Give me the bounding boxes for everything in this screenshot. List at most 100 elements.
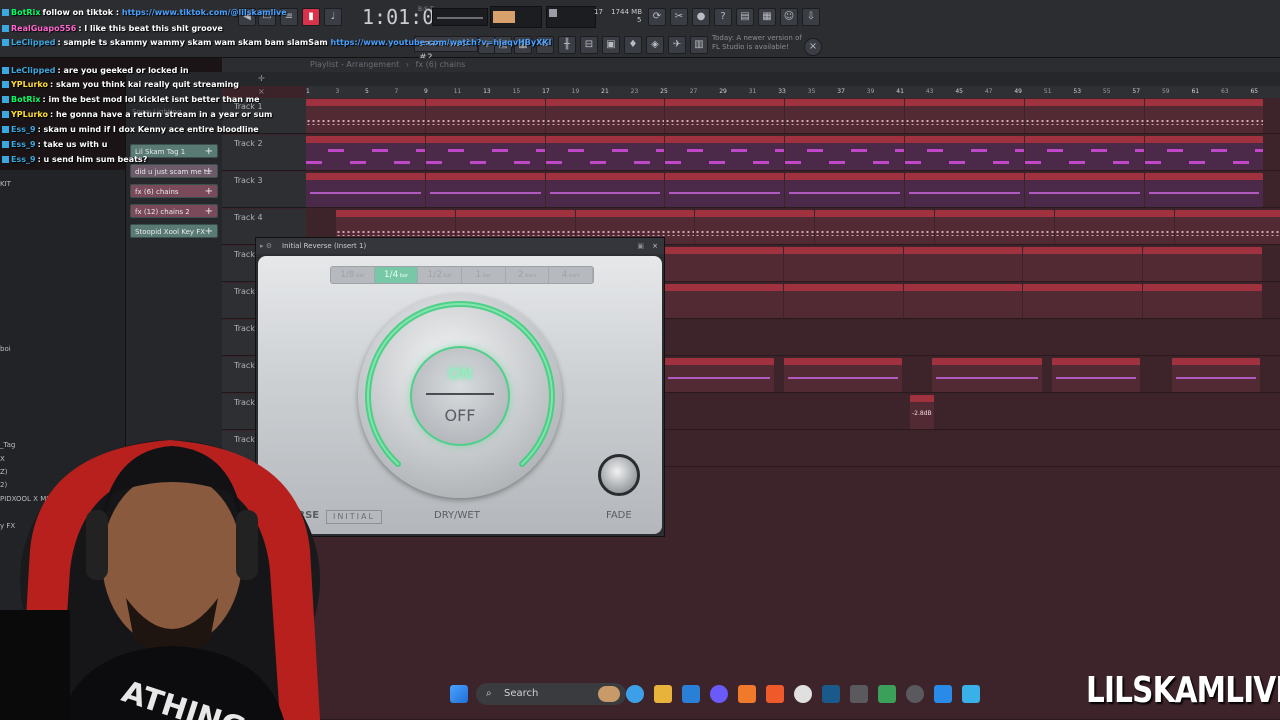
pattern-clip[interactable]: ▣ Analog Lab V xyxy=(1024,136,1144,170)
pattern-clip[interactable]: ▣ snare - gucci xyxy=(1143,284,1262,318)
pattern-clip[interactable]: ▣ Xpand!2 xyxy=(905,173,1024,207)
pattern-clip[interactable]: ▣ Surge XT xyxy=(785,99,904,133)
file-explorer-icon[interactable] xyxy=(654,685,672,703)
detach-icon[interactable]: ▣ xyxy=(637,238,644,254)
rate-option[interactable]: 1 bar xyxy=(462,267,506,283)
rate-option[interactable]: 1/2 bar xyxy=(418,267,463,283)
track-lane-1[interactable]: ▣ Surge XT ▣ Surge XT ▣ Surge XT ▣ Surge XT… xyxy=(306,98,1280,134)
pattern-clip[interactable]: ▣ Xpand!2 #2 xyxy=(1144,173,1264,207)
pattern-clip[interactable]: ▣ snare - gucci #2 xyxy=(1023,284,1143,318)
pattern-clip[interactable]: ▣ Analog Lab V xyxy=(425,136,545,170)
clip-button[interactable]: fx (12) chains 2 + xyxy=(130,204,218,218)
chat-link[interactable]: https://www.youtube.com/watch?v=hjaqvHBy… xyxy=(328,38,552,47)
clip-button[interactable]: fx (6) chains + xyxy=(130,184,218,198)
store-icon[interactable] xyxy=(682,685,700,703)
mixer-view-icon[interactable]: ╫ xyxy=(558,36,576,54)
pattern-clip[interactable]: ▣ Surge XT xyxy=(665,99,785,133)
dry-wet-dial[interactable]: ON OFF xyxy=(358,294,562,498)
pattern-clip[interactable]: ▣ Surge XT xyxy=(306,99,425,133)
download-icon[interactable]: ⇩ xyxy=(802,8,820,26)
chat-username[interactable]: YPLurko xyxy=(11,80,48,89)
pattern-clip[interactable]: ▣ hh (2) stimmy hat xyxy=(1054,210,1174,244)
pattern-clip[interactable]: ▣ clap - no way xyxy=(783,247,903,281)
scripts-icon[interactable]: ✈ xyxy=(668,36,686,54)
templates-icon[interactable]: ▥ xyxy=(690,36,708,54)
pattern-clip[interactable]: ▣ 808 (1) booly fav #2 xyxy=(784,358,902,392)
pattern-clip[interactable]: ▣ Surge XT xyxy=(1024,99,1144,133)
pattern-clip[interactable]: ▣ Surge XT xyxy=(545,99,665,133)
online-icon[interactable]: ⟳ xyxy=(648,8,666,26)
pattern-clip[interactable]: ▣ Xpand!2 xyxy=(545,173,665,207)
mixer-icon[interactable]: ▦ xyxy=(758,8,776,26)
pattern-clip[interactable]: ▣ clap - no way xyxy=(1143,247,1262,281)
app-icon[interactable] xyxy=(850,685,868,703)
pattern-clip[interactable]: ▣ 808 (1) booly fav xyxy=(932,358,1042,392)
chat-username[interactable]: RealGuapo556 xyxy=(11,24,76,33)
chat-username[interactable]: LeClipped xyxy=(11,66,55,75)
pattern-clip[interactable]: ▣ hh (2) stimmy hat xyxy=(1174,210,1280,244)
chat-username[interactable]: YPLurko xyxy=(11,110,48,119)
pattern-clip[interactable]: ▣ Xpand!2 xyxy=(785,173,904,207)
rate-selector[interactable]: 1/8 bar 1/4 bar 1/2 bar 1 bar 2 bars 4 bars xyxy=(330,266,594,284)
copilot-icon[interactable] xyxy=(626,685,644,703)
chat-icon[interactable]: ☺ xyxy=(780,8,798,26)
pattern-clip[interactable]: ▣ hh (2) stimmy hat xyxy=(695,210,815,244)
pattern-clip[interactable]: ▣ Xpand!2 xyxy=(425,173,545,207)
photos-icon[interactable] xyxy=(962,685,980,703)
pattern-clip[interactable]: ▣ Analog Lab V xyxy=(665,136,785,170)
fade-knob[interactable] xyxy=(598,454,640,496)
plus-icon[interactable]: + xyxy=(205,185,213,199)
chat-username[interactable]: Ess_9 xyxy=(11,140,36,149)
pattern-clip[interactable]: ▣ snare - gucci xyxy=(903,284,1023,318)
close-icon[interactable]: × xyxy=(652,238,658,254)
steam-icon[interactable] xyxy=(822,685,840,703)
news-close-icon[interactable]: × xyxy=(804,38,822,56)
app-icon[interactable] xyxy=(878,685,896,703)
master-volume-slider[interactable] xyxy=(432,8,488,26)
pattern-clip[interactable]: ▣ Surge XT xyxy=(425,99,545,133)
pattern-clip[interactable]: ▣ Analog Lab V xyxy=(1144,136,1264,170)
rate-option[interactable]: 2 bars xyxy=(506,267,550,283)
browser-item[interactable]: KIT xyxy=(0,180,11,188)
obs-icon[interactable] xyxy=(794,685,812,703)
pattern-mode-button[interactable]: ▮ xyxy=(302,8,320,26)
browser-item[interactable]: boi xyxy=(0,345,11,353)
chat-username[interactable]: LeClipped xyxy=(11,38,55,47)
pattern-clip[interactable]: ▣ snare - gucci #2 xyxy=(783,284,903,318)
pattern-clip[interactable]: ▣ Analog Lab V xyxy=(306,136,425,170)
news-panel[interactable]: Today: A newer version of FL Studio is a… xyxy=(712,34,808,52)
pattern-clip[interactable]: ▣ 808 (1) booly fav xyxy=(664,358,774,392)
pattern-clip[interactable]: ▣ snare - gucci xyxy=(664,284,783,318)
fl-studio-icon[interactable] xyxy=(738,685,756,703)
chat-username[interactable]: Ess_9 xyxy=(11,155,36,164)
plugin-db-icon[interactable]: ⊟ xyxy=(580,36,598,54)
help-icon[interactable]: ? xyxy=(714,8,732,26)
save-icon[interactable]: ▤ xyxy=(736,8,754,26)
notepad-icon[interactable] xyxy=(934,685,952,703)
pattern-clip[interactable]: ▣ Analog Lab V xyxy=(905,136,1024,170)
on-off-switch[interactable]: ON OFF xyxy=(410,346,510,446)
cut-icon[interactable]: ✂ xyxy=(670,8,688,26)
chat-username[interactable]: BotRix xyxy=(11,95,40,104)
pattern-clip[interactable]: ▣ clap - no way xyxy=(903,247,1023,281)
windows-start-icon[interactable] xyxy=(450,685,468,703)
touch-keyboard-icon[interactable]: ◈ xyxy=(646,36,664,54)
pattern-clip[interactable]: ▣ hh (2) stimmy hat xyxy=(935,210,1054,244)
pattern-clip[interactable]: ▣ hh (2) stimmy hat xyxy=(815,210,934,244)
plugin-picker-icon[interactable]: ♦ xyxy=(624,36,642,54)
chat-username[interactable]: Ess_9 xyxy=(11,125,36,134)
pattern-clip[interactable]: ▣ 808 (1) booly fav #2 xyxy=(1052,358,1140,392)
track-lane-3[interactable]: ▣ Xpand!2 ▣ Xpand!2 ▣ Xpand!2 ▣ Xpand!2 #2 ▣… xyxy=(306,172,1280,208)
clip-button[interactable]: Stoopid Xool Key FX + xyxy=(130,224,218,238)
discord-icon[interactable] xyxy=(710,685,728,703)
taskbar-search[interactable]: ⌕ Search xyxy=(476,683,626,705)
chat-link[interactable]: https://www.tiktok.com/@lilskamlive xyxy=(119,8,287,17)
pattern-clip[interactable]: ▣ Surge XT xyxy=(1144,99,1264,133)
track-header[interactable]: Track 3 xyxy=(222,172,306,208)
app-icon[interactable] xyxy=(906,685,924,703)
pattern-clip[interactable]: ▣ Surge XT xyxy=(905,99,1024,133)
rate-option[interactable]: 1/4 bar xyxy=(374,267,419,283)
mic-icon[interactable]: ● xyxy=(692,8,710,26)
brave-icon[interactable] xyxy=(766,685,784,703)
rate-option[interactable]: 1/8 bar xyxy=(331,267,375,283)
